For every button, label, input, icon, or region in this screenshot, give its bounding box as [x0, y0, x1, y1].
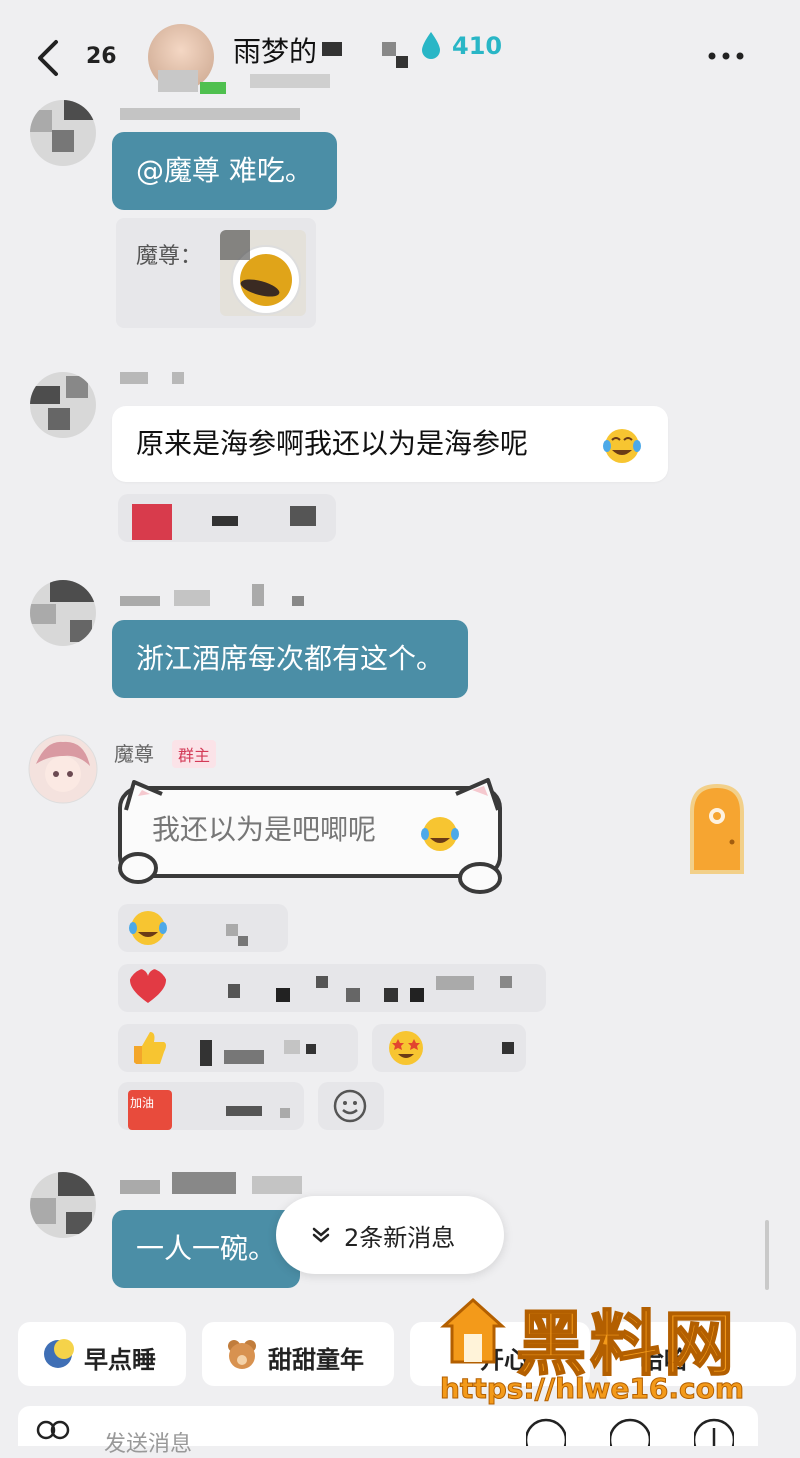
chat-header: 26 雨梦的 410 [0, 0, 800, 110]
unread-count: 26 [86, 44, 117, 69]
message-bubble[interactable]: 原来是海参啊我还以为是海参呢 [112, 406, 668, 482]
door-icon[interactable] [688, 782, 746, 874]
message-input-bar[interactable]: 发送消息 [18, 1406, 758, 1457]
message-bubble[interactable]: 浙江酒席每次都有这个。 [112, 620, 469, 698]
emoji-button-icon[interactable] [526, 1416, 566, 1446]
chat-title[interactable]: 雨梦的 [233, 30, 317, 70]
thumbs-up-icon [134, 1032, 166, 1064]
message-text: 我还以为是吧唧呢 [152, 813, 377, 846]
new-messages-button[interactable]: 2条新消息 [276, 1196, 504, 1274]
quick-chip-sleep[interactable]: 早点睡 [18, 1322, 186, 1386]
water-drop-icon [422, 32, 440, 59]
more-options-icon[interactable] [706, 46, 746, 66]
star-eyes-emoji-icon [389, 1031, 423, 1065]
avatar[interactable] [30, 580, 96, 646]
new-messages-label: 2条新消息 [344, 1224, 456, 1252]
cheer-sticker-icon: 加油 [128, 1090, 172, 1130]
watermark-logo-icon [440, 1297, 506, 1364]
group-score: 410 [452, 32, 503, 60]
heart-icon [129, 968, 167, 1003]
back-arrow-icon[interactable] [30, 36, 70, 80]
quote-sender: 魔尊： [136, 244, 203, 269]
avatar[interactable] [30, 100, 96, 166]
avatar[interactable] [30, 372, 96, 438]
laughing-crying-emoji-icon [129, 911, 167, 945]
voice-icon[interactable] [36, 1416, 72, 1446]
watermark-url: https://hlwe16.com [439, 1372, 745, 1406]
message-bubble[interactable]: 一人一碗。 [112, 1210, 301, 1288]
plus-icon[interactable] [694, 1416, 734, 1446]
reply-quote[interactable]: 魔尊： [116, 218, 316, 328]
laughing-crying-emoji-icon [603, 429, 641, 463]
scrollbar[interactable] [765, 1220, 769, 1290]
owner-badge: 群主 [172, 740, 217, 768]
message-text: 原来是海参啊我还以为是海参呢 [136, 427, 529, 460]
bear-icon [228, 1340, 256, 1369]
sender-name: 魔尊 [114, 742, 154, 766]
message-input[interactable]: 发送消息 [104, 1426, 192, 1458]
moon-icon [44, 1339, 74, 1368]
more-actions-icon[interactable] [610, 1416, 650, 1446]
laughing-crying-emoji-icon [421, 817, 459, 851]
quick-chip-childhood[interactable]: 甜甜童年 [202, 1322, 394, 1386]
quoted-image[interactable] [220, 230, 306, 316]
add-reaction-icon[interactable] [332, 1088, 368, 1124]
message-bubble[interactable]: @魔尊 难吃。 [112, 132, 337, 210]
reaction-row[interactable] [118, 964, 546, 1012]
chevron-down-icon [312, 1227, 330, 1243]
avatar[interactable] [28, 734, 98, 804]
avatar[interactable] [30, 1172, 96, 1238]
